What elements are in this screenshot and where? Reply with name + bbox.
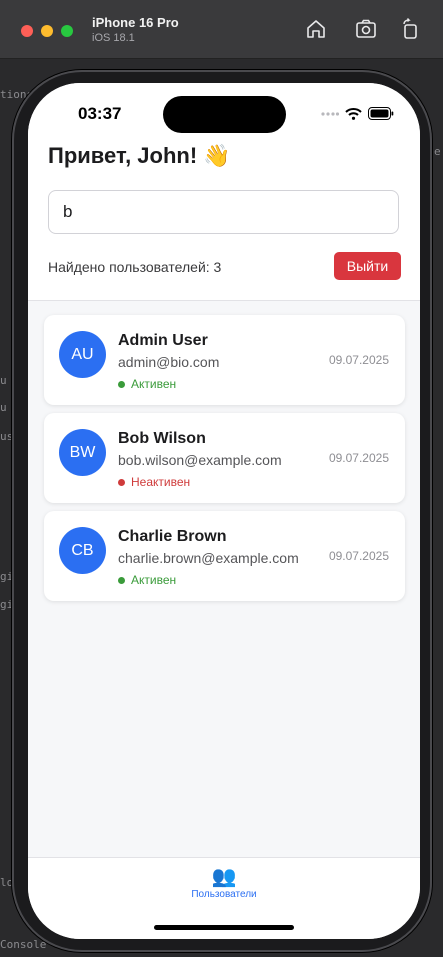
status-dot-icon <box>118 380 125 388</box>
background-text: e <box>434 145 441 158</box>
status-badge: Активен <box>118 573 176 587</box>
avatar: BW <box>59 429 106 476</box>
background-text: Console <box>0 938 47 951</box>
avatar: CB <box>59 527 106 574</box>
found-users-count: Найдено пользователей: 3 <box>48 259 222 275</box>
user-name: Admin User <box>118 332 208 349</box>
zoom-window-button[interactable] <box>61 25 73 37</box>
status-badge: Активен <box>118 377 176 391</box>
dynamic-island <box>163 96 286 133</box>
status-dot-icon <box>118 576 125 584</box>
search-input[interactable] <box>48 190 399 234</box>
background-text: u <box>0 374 7 387</box>
simulator-os-version: iOS 18.1 <box>92 32 135 44</box>
user-name: Charlie Brown <box>118 528 227 545</box>
user-email: bob.wilson@example.com <box>118 452 282 468</box>
user-date: 09.07.2025 <box>328 353 389 367</box>
status-time: 03:37 <box>78 104 122 123</box>
signal-icon <box>321 111 339 116</box>
user-name: Bob Wilson <box>118 430 206 447</box>
tab-users[interactable]: 👥 Пользователи <box>178 866 270 900</box>
status-dot-icon <box>118 478 125 486</box>
user-card[interactable]: CB Charlie Brown charlie.brown@example.com… <box>44 511 405 601</box>
app-screen: Привет, John! 👋 Найдено пользователей: 3… <box>28 83 420 939</box>
status-label: Активен <box>131 573 177 587</box>
greeting-title: Привет, John! 👋 <box>48 143 231 168</box>
user-list: AU Admin User admin@bio.com Активен 09.07.20… <box>44 315 405 609</box>
user-card[interactable]: AU Admin User admin@bio.com Активен 09.07.20… <box>44 315 405 405</box>
user-card[interactable]: BW Bob Wilson bob.wilson@example.com Неакти… <box>44 413 405 503</box>
wifi-icon <box>345 107 362 120</box>
close-window-button[interactable] <box>21 25 33 37</box>
battery-icon <box>368 107 394 120</box>
simulator-device-name: iPhone 16 Pro <box>92 15 179 30</box>
status-label: Активен <box>131 377 177 391</box>
user-email: admin@bio.com <box>118 354 220 370</box>
status-badge: Неактивен <box>118 475 190 489</box>
home-indicator <box>154 925 294 930</box>
rotate-icon[interactable] <box>398 17 422 41</box>
avatar: AU <box>59 331 106 378</box>
screenshot-icon[interactable] <box>354 17 378 41</box>
user-email: charlie.brown@example.com <box>118 550 299 566</box>
minimize-window-button[interactable] <box>41 25 53 37</box>
background-text: u <box>0 401 7 414</box>
tab-users-label: Пользователи <box>191 889 257 900</box>
user-date: 09.07.2025 <box>328 549 389 563</box>
home-icon[interactable] <box>304 17 328 41</box>
logout-button[interactable]: Выйти <box>334 252 401 280</box>
users-icon: 👥 <box>211 866 237 888</box>
simulator-toolbar: iPhone 16 Pro iOS 18.1 <box>0 0 443 59</box>
status-label: Неактивен <box>131 475 191 489</box>
status-icons <box>321 107 394 120</box>
user-date: 09.07.2025 <box>328 451 389 465</box>
